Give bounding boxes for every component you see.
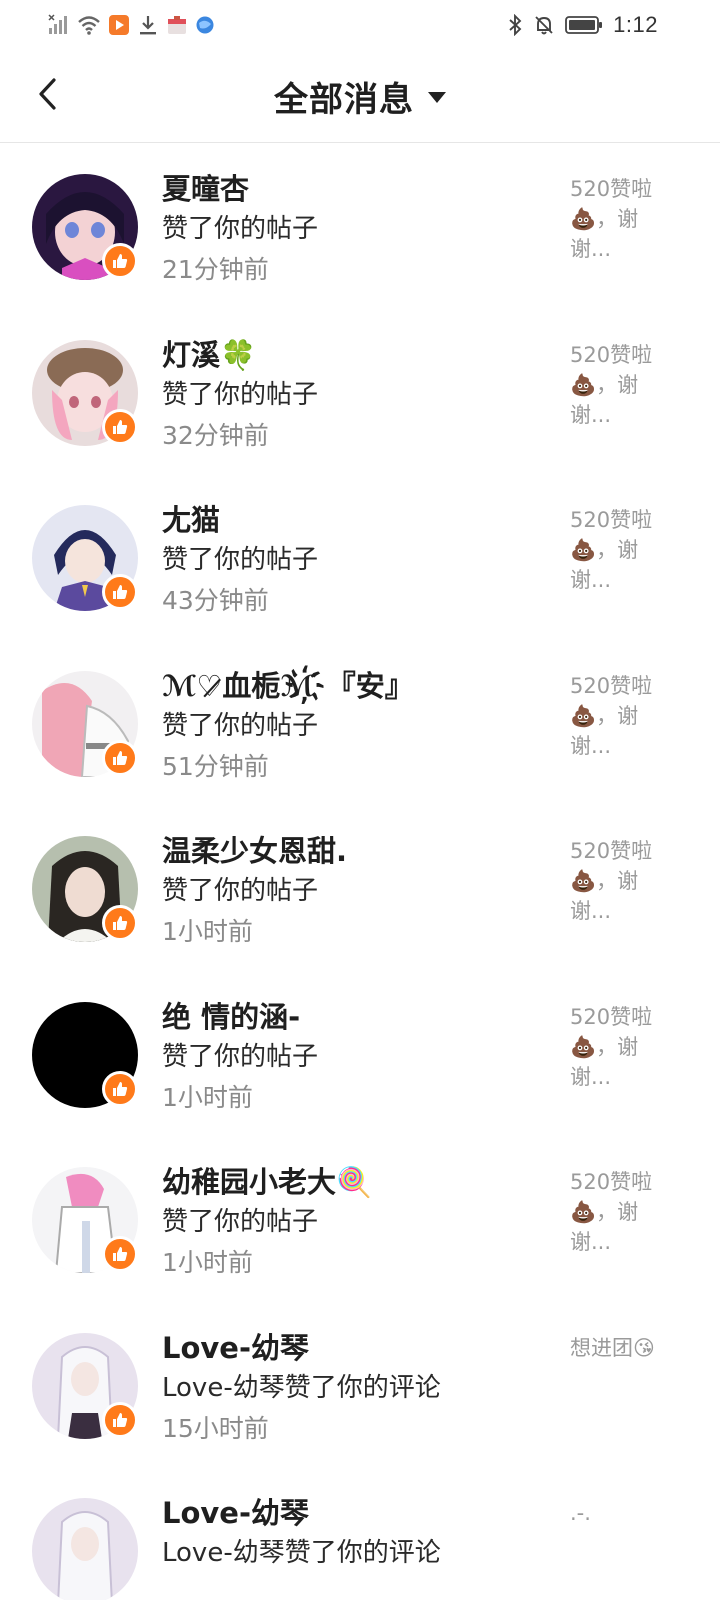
list-item[interactable]: 尢猫 赞了你的帖子 43分钟前 520赞啦 💩，谢 谢...: [0, 475, 720, 641]
preview-line: 💩，谢: [570, 1200, 639, 1224]
thumbs-up-badge-icon: [102, 1401, 138, 1438]
preview-line: 520赞啦: [570, 508, 653, 532]
list-item[interactable]: Love-幼琴 Love-幼琴赞了你的评论 .-.: [0, 1468, 720, 1600]
message-time: 1小时前: [162, 917, 253, 946]
status-time: 1:12: [613, 12, 658, 37]
list-item[interactable]: 绝 情的涵- 赞了你的帖子 1小时前 520赞啦 💩，谢 谢...: [0, 972, 720, 1138]
header-bar: 全部消息: [0, 50, 720, 143]
preview-line: 💩，谢: [570, 1034, 639, 1059]
message-action: 赞了你的帖子: [162, 710, 319, 741]
bluetooth-icon: [507, 14, 523, 36]
post-preview: 520赞啦 💩，谢 谢...: [570, 671, 670, 761]
avatar[interactable]: [32, 1498, 138, 1600]
message-time: 51分钟前: [162, 751, 269, 781]
preview-line: 💩，谢: [570, 207, 639, 231]
message-action: 赞了你的帖子: [162, 214, 319, 244]
preview-line: 💩，谢: [570, 538, 639, 562]
preview-line: 谢...: [570, 1064, 612, 1089]
post-preview: 520赞啦 💩，谢 谢...: [570, 1167, 670, 1257]
list-item[interactable]: 夏曈杏 赞了你的帖子 21分钟前 520赞啦 💩，谢 谢...: [0, 144, 720, 310]
signal-icon: [48, 14, 70, 36]
message-time: 21分钟前: [162, 255, 269, 284]
message-time: 32分钟前: [162, 420, 269, 450]
post-preview: 520赞啦 💩，谢 谢...: [570, 174, 670, 264]
message-list: 夏曈杏 赞了你的帖子 21分钟前 520赞啦 💩，谢 谢... 灯溪🍀 赞了你的…: [0, 144, 720, 1600]
message-action: 赞了你的帖子: [162, 876, 319, 906]
browser-app-icon: [195, 15, 215, 35]
preview-line: 谢...: [570, 237, 612, 261]
wifi-icon: [77, 14, 101, 36]
preview-line: 520赞啦: [570, 673, 653, 698]
title-dropdown[interactable]: 全部消息: [0, 70, 720, 122]
message-time: 43分钟前: [162, 586, 269, 615]
preview-line: 谢...: [570, 733, 612, 758]
post-preview: 520赞啦 💩，谢 谢...: [570, 1002, 670, 1092]
list-item[interactable]: Love-幼琴 Love-幼琴赞了你的评论 15小时前 想进团😘: [0, 1303, 720, 1469]
thumbs-up-badge-icon: [102, 739, 138, 776]
comment-preview: 想进团😘: [570, 1333, 670, 1363]
status-bar: 1:12: [0, 0, 720, 50]
thumbs-up-badge-icon: [102, 408, 138, 445]
preview-line: 520赞啦: [570, 1170, 653, 1194]
preview-line: 谢...: [570, 568, 612, 592]
sender-name: 幼稚园小老大🍭: [162, 1165, 373, 1199]
message-time: 1小时前: [162, 1082, 253, 1112]
list-item[interactable]: ℳ♡̷血栀ℳ҉『安』 赞了你的帖子 51分钟前 520赞啦 💩，谢 谢...: [0, 641, 720, 807]
preview-line: 谢...: [570, 402, 612, 427]
sender-name: 灯溪🍀: [162, 337, 257, 372]
thumbs-up-badge-icon: [102, 1236, 138, 1272]
page-title: 全部消息: [274, 79, 414, 120]
battery-icon: [565, 15, 603, 35]
preview-line: 谢...: [570, 1230, 612, 1254]
list-item[interactable]: 温柔少女恩甜. 赞了你的帖子 1小时前 520赞啦 💩，谢 谢...: [0, 806, 720, 972]
message-action: 赞了你的帖子: [162, 1207, 319, 1237]
sender-name: 温柔少女恩甜.: [162, 834, 348, 868]
preview-line: 💩，谢: [570, 703, 639, 728]
thumbs-up-badge-icon: [102, 243, 138, 279]
list-item[interactable]: 灯溪🍀 赞了你的帖子 32分钟前 520赞啦 💩，谢 谢...: [0, 310, 720, 476]
mute-bell-icon: [533, 14, 555, 36]
sender-name: 绝 情的涵-: [162, 999, 301, 1034]
comment-preview: .-.: [570, 1498, 670, 1528]
status-left-icons: [48, 12, 215, 38]
post-preview: 520赞啦 💩，谢 谢...: [570, 505, 670, 595]
message-action: Love-幼琴赞了你的评论: [162, 1538, 441, 1568]
message-action: 赞了你的帖子: [162, 545, 319, 575]
thumbs-up-badge-icon: [102, 1070, 138, 1107]
thumbs-up-badge-icon: [102, 905, 138, 941]
preview-line: 谢...: [570, 899, 612, 923]
sender-name: Love-幼琴: [162, 1496, 310, 1530]
message-time: 1小时前: [162, 1248, 253, 1277]
caret-down-icon: [428, 91, 446, 103]
thumbs-up-badge-icon: [102, 574, 138, 610]
sender-name: 尢猫: [162, 503, 221, 537]
post-preview: 520赞啦 💩，谢 谢...: [570, 340, 670, 430]
preview-line: 💩，谢: [570, 372, 639, 397]
preview-line: 想进团😘: [570, 1335, 655, 1360]
preview-line: 520赞啦: [570, 177, 653, 201]
post-preview: 520赞啦 💩，谢 谢...: [570, 836, 670, 926]
status-right-icons: 1:12: [507, 12, 658, 38]
message-time: 15小时前: [162, 1413, 269, 1443]
download-icon: [137, 14, 159, 36]
preview-line: 520赞啦: [570, 342, 653, 367]
video-app-icon: [108, 14, 130, 36]
sender-name: Love-幼琴: [162, 1330, 310, 1365]
message-action: 赞了你的帖子: [162, 379, 319, 410]
sender-name: 夏曈杏: [162, 172, 250, 206]
preview-line: 520赞啦: [570, 1004, 653, 1029]
preview-line: .-.: [570, 1501, 591, 1525]
list-item[interactable]: 幼稚园小老大🍭 赞了你的帖子 1小时前 520赞啦 💩，谢 谢...: [0, 1137, 720, 1303]
shop-app-icon: [166, 14, 188, 36]
preview-line: 520赞啦: [570, 839, 653, 863]
sender-name: ℳ♡̷血栀ℳ҉『安』: [162, 668, 414, 703]
message-action: 赞了你的帖子: [162, 1041, 319, 1072]
preview-line: 💩，谢: [570, 869, 639, 893]
message-action: Love-幼琴赞了你的评论: [162, 1372, 441, 1403]
